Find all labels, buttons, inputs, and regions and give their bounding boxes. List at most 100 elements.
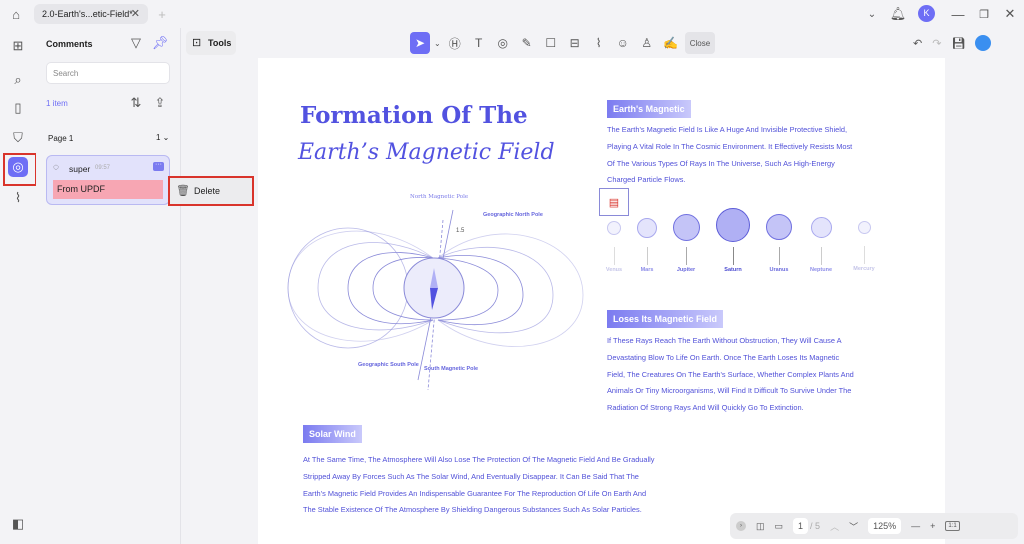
attach-tool-icon[interactable]: ⌇ [589, 32, 609, 54]
thumbnails-icon[interactable]: ⊞ [8, 36, 28, 56]
signature-tool-icon[interactable]: ✍ [661, 32, 681, 54]
ai-assistant-icon[interactable] [975, 35, 991, 51]
tab-title: 2.0-Earth's...etic-Field* [42, 9, 133, 19]
chevron-down-icon[interactable]: ⌄ [434, 32, 441, 54]
redo-icon[interactable]: ↷ [932, 37, 941, 50]
bookmark-icon[interactable]: ⛉ [8, 128, 28, 148]
actual-size-button[interactable]: 1:1 [945, 521, 959, 531]
avatar[interactable]: K [918, 5, 935, 22]
comment-highlight-text: From UPDF [53, 180, 163, 199]
section2-text: If These Rays Reach The Earth Without Ob… [607, 333, 854, 417]
text-line: Radiation Of Strong Rays And Will Quickl… [607, 400, 854, 417]
text-line: Stripped Away By Forces Such As The Sola… [303, 469, 655, 486]
planet-row: Venus Mars Jupiter Saturn Uranus Neptune… [600, 208, 885, 283]
text-line: At The Same Time, The Atmosphere Will Al… [303, 452, 655, 469]
note-tool-icon[interactable]: ◎ [493, 32, 513, 54]
search-input[interactable]: Search [46, 62, 170, 84]
text-line: Devastating Blow To Life On Earth. Once … [607, 350, 854, 367]
title-bar: ⌂ 2.0-Earth's...etic-Field*✕ + ⌄ 🔔︎ K — … [0, 0, 1024, 28]
text-line: Playing A Vital Role In The Cosmic Envir… [607, 139, 852, 156]
context-menu-delete[interactable]: 🗑︎ Delete [168, 176, 254, 206]
new-tab-icon[interactable]: + [154, 4, 170, 24]
document-tab[interactable]: 2.0-Earth's...etic-Field*✕ [34, 4, 148, 24]
chevron-down-icon[interactable]: ⌄ [864, 4, 880, 24]
delete-label: Delete [194, 186, 220, 196]
stamp-tool-icon[interactable]: ♙ [637, 32, 657, 54]
save-icon[interactable]: 💾︎ [951, 37, 965, 50]
previous-page-icon[interactable]: ︿ [830, 520, 839, 533]
export-icon[interactable]: ⇪ [152, 94, 168, 112]
comment-icon: ◌ [53, 162, 59, 173]
pin-icon[interactable]: 📌︎ [152, 34, 168, 52]
geographic-south-label: Geographic South Pole [358, 362, 419, 368]
sticker-tool-icon[interactable]: ☺ [613, 32, 633, 54]
doc-title-line1: Formation Of The [300, 102, 528, 129]
planet-jupiter: Jupiter [670, 214, 702, 273]
text-line: Field, The Creatures On The Earth's Surf… [607, 367, 854, 384]
layers-icon[interactable]: ◧ [8, 514, 28, 534]
close-window-icon[interactable]: ✕ [1002, 4, 1018, 24]
annotation-toolbar: ➤⌄ Ⓗ T ◎ ✎ ☐ ⊟ ⌇ ☺ ♙ ✍ Close [410, 30, 792, 56]
north-magnetic-pole-label: North Magnetic Pole [410, 194, 468, 200]
south-magnetic-label: South Magnetic Pole [424, 366, 478, 372]
measure-tool-icon[interactable]: ⊟ [565, 32, 585, 54]
zoom-in-icon[interactable]: + [930, 521, 935, 531]
page-count: 1 [156, 133, 160, 142]
sort-icon[interactable]: ⇅ [128, 94, 144, 112]
comment-time: 09:57 [95, 165, 110, 171]
text-line: Of The Various Types Of Rays In The Univ… [607, 156, 852, 173]
search-icon[interactable]: ⌕ [8, 70, 28, 90]
panel-title: Comments [46, 39, 93, 49]
zoom-out-icon[interactable]: — [911, 521, 920, 531]
planet-mercury: Mercury [848, 221, 880, 272]
section3-text: At The Same Time, The Atmosphere Will Al… [303, 452, 655, 519]
planet-venus: Venus [600, 221, 628, 273]
page-group-toggle[interactable]: 1 ⌄ [156, 133, 169, 142]
undo-icon[interactable]: ↶ [913, 37, 922, 50]
item-count: 1 item [46, 99, 68, 108]
bell-icon[interactable]: 🔔︎ [890, 4, 906, 24]
planet-saturn: Saturn [710, 208, 756, 273]
filter-icon[interactable]: ▽ [128, 34, 144, 52]
planet-mars: Mars [632, 218, 662, 273]
planet-neptune: Neptune [805, 217, 837, 273]
minimize-icon[interactable]: — [950, 4, 966, 24]
presentation-icon[interactable]: ▭ [775, 521, 784, 532]
attachment-icon[interactable]: ⌇ [8, 188, 28, 208]
right-toolbar: ↶ ↷ 💾︎ [905, 31, 1017, 55]
shape-tool-icon[interactable]: ☐ [541, 32, 561, 54]
planet-uranus: Uranus [763, 214, 795, 273]
comments-panel: Comments ▽ 📌︎ 1 item ⇅ ⇪ Page 1 1 ⌄ [36, 28, 181, 544]
magnetic-field-diagram: North Magnetic Pole Geographic North Pol… [278, 190, 593, 410]
select-tool-icon[interactable]: ➤ [410, 32, 430, 54]
collapse-icon[interactable]: › [736, 521, 746, 531]
highlight-tool-icon[interactable]: Ⓗ [445, 32, 465, 54]
comment-author: super [69, 164, 90, 174]
zoom-level[interactable]: 125% [868, 518, 901, 534]
page-number-input[interactable]: 1 [793, 518, 808, 534]
page-total: / 5 [810, 521, 820, 531]
toolbox-icon: ⊡ [192, 31, 201, 55]
page-label: Page 1 [48, 134, 73, 143]
close-toolbar-button[interactable]: Close [685, 32, 715, 54]
page-navigation-bar: › ◫ ▭ 1 / 5 ︿ ﹀ 125% — + 1:1 [730, 513, 1018, 539]
pencil-tool-icon[interactable]: ✎ [517, 32, 537, 54]
close-tab-icon[interactable]: ✕ [131, 4, 140, 24]
text-line: The Earth's Magnetic Field Is Like A Hug… [607, 122, 852, 139]
restore-icon[interactable]: ❐ [976, 4, 992, 24]
tools-label: Tools [208, 38, 231, 48]
section-badge-loses-field: Loses Its Magnetic Field [607, 310, 723, 328]
angle-label: 1.5 [456, 228, 465, 234]
text-tool-icon[interactable]: T [469, 32, 489, 54]
left-rail: ⊞ ⌕ ▯ ⛉ ◎ ⌇ ◧ [0, 28, 36, 544]
next-page-icon[interactable]: ﹀ [849, 520, 858, 533]
section1-text: The Earth's Magnetic Field Is Like A Hug… [607, 122, 852, 189]
text-line: Animals Or Tiny Microorganisms, Will Fin… [607, 383, 854, 400]
more-options-button[interactable]: ··· [153, 162, 164, 171]
geographic-north-label: Geographic North Pole [483, 212, 543, 218]
text-line: The Stable Existence Of The Atmosphere B… [303, 502, 655, 519]
page-layout-icon[interactable]: ◫ [756, 521, 765, 532]
home-icon[interactable]: ⌂ [6, 4, 26, 24]
pages-icon[interactable]: ▯ [8, 98, 28, 118]
tools-button[interactable]: ⊡ Tools [186, 31, 236, 55]
